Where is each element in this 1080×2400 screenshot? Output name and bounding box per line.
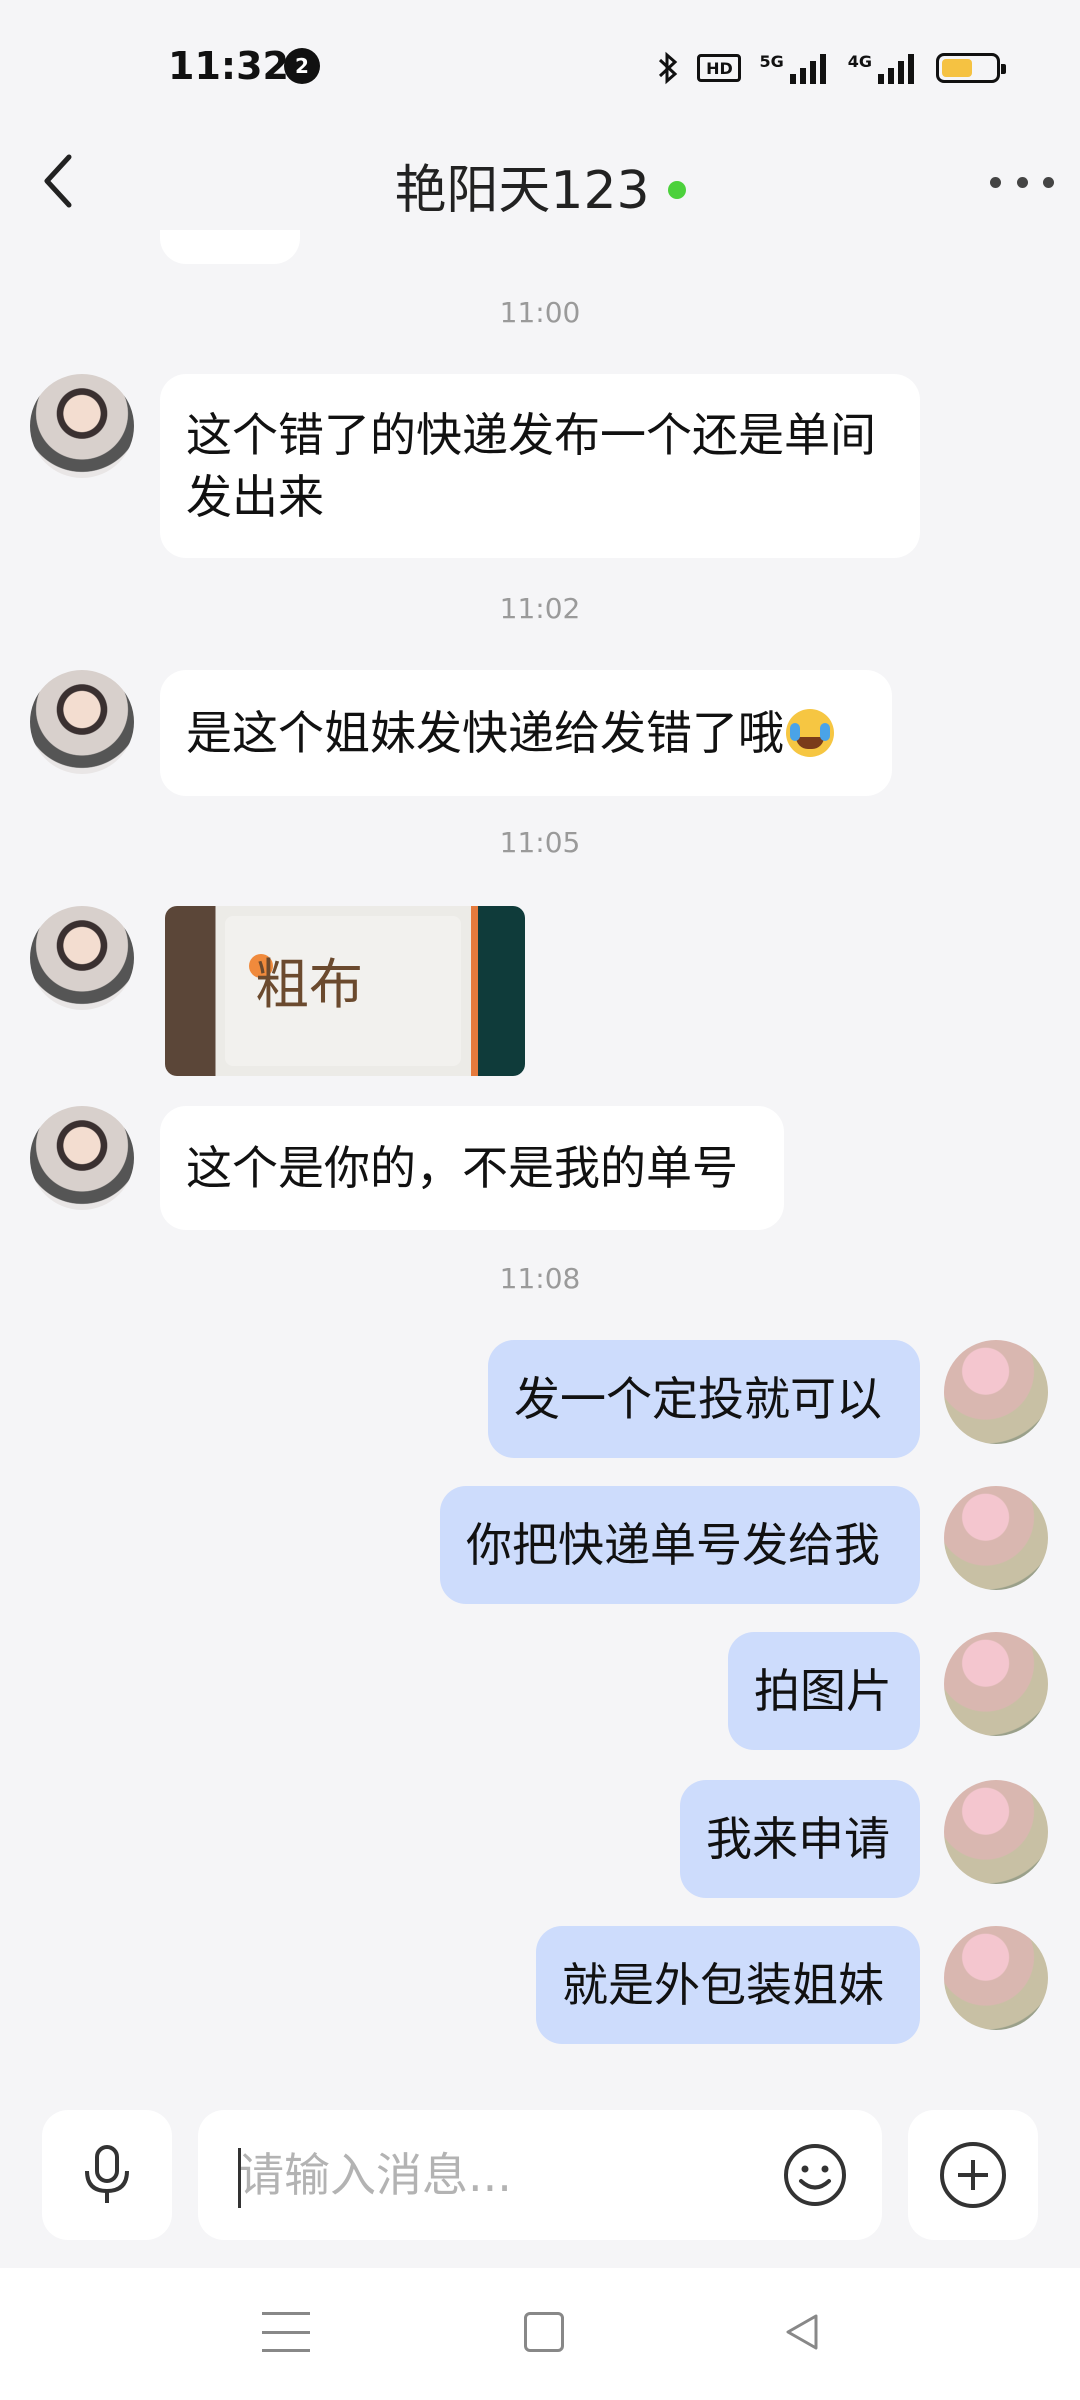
outgoing-message[interactable]: 拍图片: [728, 1632, 920, 1750]
contact-avatar[interactable]: [30, 1106, 134, 1210]
outgoing-message[interactable]: 发一个定投就可以: [488, 1340, 920, 1458]
previous-message-bubble: [160, 230, 300, 264]
outgoing-message[interactable]: 我来申请: [680, 1780, 920, 1898]
nav-menu-icon[interactable]: [262, 2312, 310, 2352]
incoming-message[interactable]: 这个是你的，不是我的单号: [160, 1106, 784, 1230]
my-avatar[interactable]: [944, 1926, 1048, 2030]
voice-input-button[interactable]: [42, 2110, 172, 2240]
crying-emoji-icon: [786, 709, 834, 757]
timestamp: 11:02: [499, 592, 581, 625]
incoming-message-text: 是这个姐妹发快递给发错了哦: [186, 706, 784, 760]
mic-icon: [85, 2145, 129, 2203]
contact-avatar[interactable]: [30, 906, 134, 1010]
plus-icon: [940, 2142, 1006, 2208]
online-status-dot: [667, 181, 686, 199]
timestamp: 11:08: [499, 1262, 581, 1295]
nav-home-icon[interactable]: [524, 2312, 564, 2352]
timestamp: 11:05: [499, 826, 581, 859]
smiley-icon: [784, 2144, 846, 2206]
bluetooth-icon: [659, 51, 678, 85]
image-message[interactable]: 粗布: [165, 906, 525, 1076]
chat-title-wrap: 艳阳天123: [0, 148, 1080, 223]
signal-icon: [789, 54, 826, 84]
incoming-message[interactable]: 是这个姐妹发快递给发错了哦: [160, 670, 892, 796]
notification-badge: 2: [284, 48, 320, 84]
my-avatar[interactable]: [944, 1340, 1048, 1444]
more-actions-button[interactable]: [908, 2110, 1038, 2240]
outgoing-message[interactable]: 你把快递单号发给我: [440, 1486, 920, 1604]
my-avatar[interactable]: [944, 1632, 1048, 1736]
status-icons: HD 5G 4G: [657, 48, 1006, 88]
signal-icon: [878, 54, 914, 84]
more-icon: [990, 176, 1001, 188]
my-avatar[interactable]: [944, 1486, 1048, 1590]
package-label: 粗布: [255, 953, 363, 1016]
text-caret: [238, 2148, 241, 2208]
status-time: 11:32: [168, 44, 289, 88]
nav-back-icon[interactable]: [780, 2310, 824, 2354]
contact-avatar[interactable]: [30, 670, 134, 774]
contact-avatar[interactable]: [30, 374, 134, 478]
timestamp: 11:00: [499, 296, 581, 329]
network-label-5g: 5G: [759, 51, 784, 71]
outgoing-message[interactable]: 就是外包装姐妹: [536, 1926, 920, 2044]
network-label-4g: 4G: [847, 51, 872, 71]
my-avatar[interactable]: [944, 1780, 1048, 1884]
more-options-button[interactable]: [990, 160, 1054, 204]
chat-title: 艳阳天123: [394, 161, 650, 221]
emoji-button[interactable]: [780, 2140, 850, 2210]
hd-badge: HD: [697, 54, 742, 82]
incoming-message[interactable]: 这个错了的快递发布一个还是单间发出来: [160, 374, 920, 558]
battery-icon: [936, 53, 1006, 83]
